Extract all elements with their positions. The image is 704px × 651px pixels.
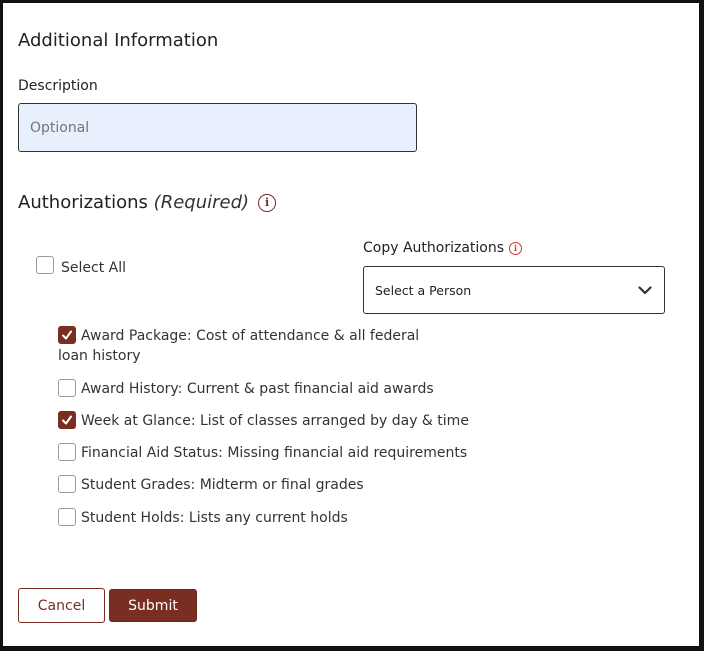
copy-authorizations-label: Copy Authorizations xyxy=(363,240,505,256)
copy-authorizations-select[interactable]: Select a Person xyxy=(363,266,665,314)
submit-button[interactable]: Submit xyxy=(109,589,197,622)
authorizations-title: Authorizations xyxy=(18,192,148,213)
required-indicator: (Required) xyxy=(153,192,250,213)
chevron-down-icon xyxy=(638,285,652,294)
authorization-checkbox[interactable] xyxy=(58,508,76,526)
checkmark-icon xyxy=(62,415,72,425)
authorization-checkbox[interactable] xyxy=(58,411,76,429)
additional-information-heading: Additional Information xyxy=(18,30,219,51)
form-panel: Additional Information Description Autho… xyxy=(0,0,704,651)
authorization-checkbox[interactable] xyxy=(58,475,76,493)
cancel-button[interactable]: Cancel xyxy=(18,588,105,623)
authorizations-heading-row: Authorizations (Required) i xyxy=(18,192,277,213)
description-input[interactable] xyxy=(18,103,417,152)
authorization-label: Award History: Current & past financial … xyxy=(81,381,434,397)
copy-authorizations-label-row: Copy Authorizations i xyxy=(363,240,523,256)
authorization-checkbox[interactable] xyxy=(58,443,76,461)
authorizations-heading: Authorizations (Required) xyxy=(18,192,249,213)
authorization-label: Week at Glance: List of classes arranged… xyxy=(81,413,469,429)
select-value: Select a Person xyxy=(375,282,472,298)
authorization-checkbox[interactable] xyxy=(58,379,76,397)
info-circle-icon[interactable]: i xyxy=(258,193,277,212)
select-all-label: Select All xyxy=(61,260,126,276)
authorization-label: Financial Aid Status: Missing financial … xyxy=(81,445,468,461)
info-circle-icon[interactable]: i xyxy=(509,241,523,255)
authorization-label: Student Grades: Midterm or final grades xyxy=(81,477,364,493)
description-label: Description xyxy=(18,78,98,94)
authorization-label: Award Package: Cost of attendance & all … xyxy=(58,328,420,364)
select-all-checkbox[interactable] xyxy=(36,256,54,274)
authorization-label: Student Holds: Lists any current holds xyxy=(81,510,348,526)
